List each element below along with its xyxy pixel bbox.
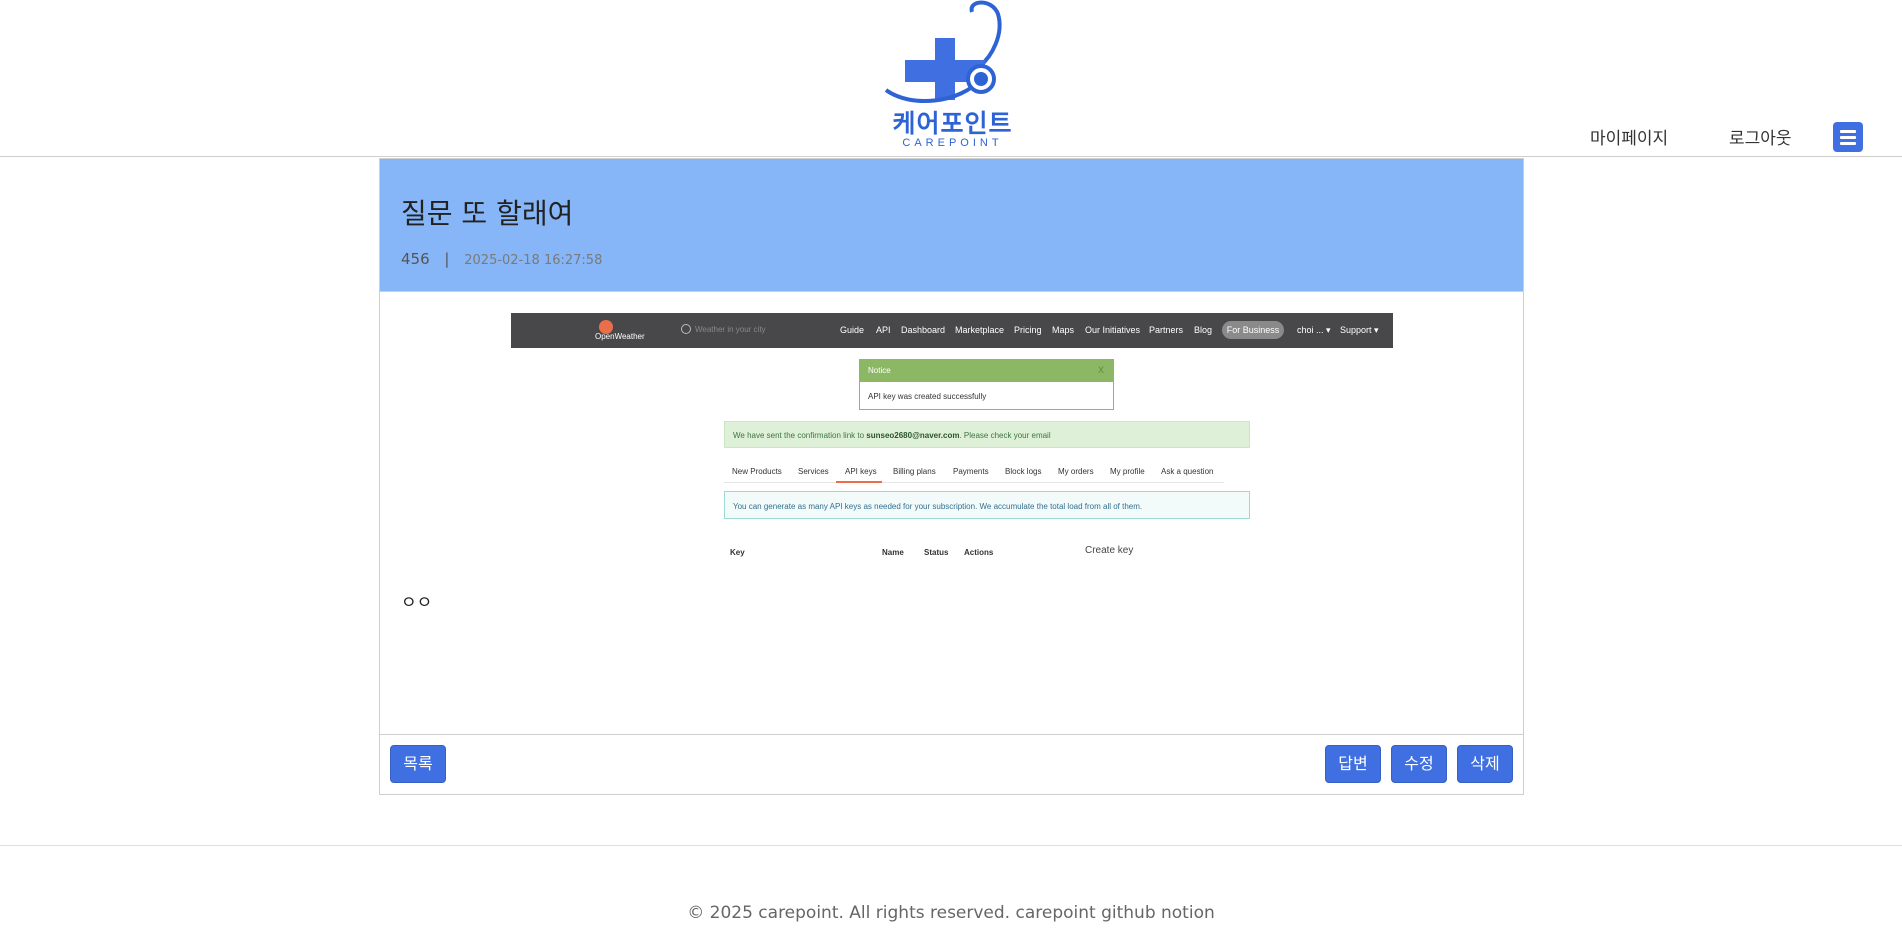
hamburger-menu-button[interactable] (1833, 122, 1863, 152)
post-meta: 456 | 2025-02-18 16:27:58 (401, 250, 602, 268)
list-button[interactable]: 목록 (390, 745, 446, 783)
close-icon: X (1098, 365, 1105, 375)
api-info-alert: You can generate as many API keys as nee… (724, 491, 1250, 519)
ow-nav-maps: Maps (1052, 325, 1075, 335)
logout-link[interactable]: 로그아웃 (1729, 124, 1792, 149)
notice-header: Notice X (860, 360, 1113, 382)
post-actions: 목록 답변 수정 삭제 (380, 734, 1523, 794)
post-body: ㅇㅇ (401, 593, 433, 613)
hamburger-icon (1840, 130, 1856, 133)
api-info-text: You can generate as many API keys as nee… (733, 502, 1143, 511)
tab-payments: Payments (953, 467, 989, 476)
ow-nav-support: Support ▾ (1340, 325, 1379, 335)
notice-message: API key was created successfully (868, 392, 987, 401)
ow-nav-api: API (876, 325, 891, 335)
tab-block-logs: Block logs (1005, 467, 1042, 476)
delete-button[interactable]: 삭제 (1457, 745, 1513, 783)
ow-nav-user: choi ... ▾ (1297, 325, 1331, 335)
meta-separator: | (444, 250, 450, 268)
openweather-navbar: OpenWeather Weather in your city Guide A… (511, 313, 1393, 348)
tab-ask-question: Ask a question (1161, 467, 1214, 476)
ow-nav-partners: Partners (1149, 325, 1184, 335)
account-tabs: New Products Services API keys Billing p… (724, 461, 1224, 483)
active-tab-indicator (836, 481, 882, 483)
ow-nav-marketplace: Marketplace (955, 325, 1005, 335)
footer-divider (0, 845, 1902, 846)
ow-nav-pricing: Pricing (1014, 325, 1042, 335)
tab-my-profile: My profile (1110, 467, 1145, 476)
post-card: 질문 또 할래여 456 | 2025-02-18 16:27:58 OpenW… (379, 158, 1524, 795)
confirmation-alert: We have sent the confirmation link to su… (724, 421, 1250, 448)
notice-box: Notice X API key was created successfull… (859, 359, 1114, 410)
openweather-logo: OpenWeather (595, 332, 645, 341)
tab-billing-plans: Billing plans (893, 467, 936, 476)
ow-nav-dashboard: Dashboard (901, 325, 946, 335)
tab-new-products: New Products (732, 467, 782, 476)
site-header: 케어포인트 CAREPOINT 마이페이지 로그아웃 (0, 0, 1902, 157)
attached-screenshot: OpenWeather Weather in your city Guide A… (511, 313, 1393, 573)
carepoint-logo[interactable]: 케어포인트 CAREPOINT (880, 0, 1025, 152)
notice-title: Notice (868, 366, 891, 375)
post-date: 2025-02-18 16:27:58 (464, 253, 603, 268)
logo-text: 케어포인트 (892, 109, 1013, 138)
create-key-label: Create key (1085, 545, 1134, 556)
for-business-label: For Business (1226, 325, 1280, 335)
search-icon (681, 324, 691, 334)
confirmation-email: sunseo2680@naver.com (866, 431, 960, 440)
col-actions: Actions (964, 548, 994, 557)
post-author: 456 (401, 250, 430, 268)
logo-subtitle: CAREPOINT (902, 137, 1003, 149)
reply-button[interactable]: 답변 (1325, 745, 1381, 783)
tab-services: Services (798, 467, 829, 476)
ow-nav-guide: Guide (840, 325, 865, 335)
ow-nav-blog: Blog (1194, 325, 1213, 335)
footer-copyright: © 2025 carepoint. All rights reserved. c… (687, 903, 1215, 923)
post-title: 질문 또 할래여 (401, 197, 574, 230)
col-status: Status (924, 548, 949, 557)
confirmation-prefix: We have sent the confirmation link to (733, 431, 865, 440)
tab-my-orders: My orders (1058, 467, 1094, 476)
confirmation-text: We have sent the confirmation link to su… (733, 431, 1051, 440)
hamburger-icon-middle (1840, 136, 1856, 139)
hamburger-icon-bottom (1840, 142, 1856, 145)
for-business-pill: For Business (1222, 321, 1284, 339)
mypage-link[interactable]: 마이페이지 (1590, 124, 1668, 149)
openweather-search: Weather in your city (695, 325, 766, 334)
col-name: Name (882, 548, 904, 557)
ow-nav-initiatives: Our Initiatives (1085, 325, 1141, 335)
post-header: 질문 또 할래여 456 | 2025-02-18 16:27:58 (380, 159, 1523, 292)
col-key: Key (730, 548, 745, 557)
edit-button[interactable]: 수정 (1391, 745, 1447, 783)
confirmation-suffix: . Please check your email (959, 431, 1051, 440)
carepoint-logo-icon (884, 0, 1002, 103)
tab-api-keys: API keys (845, 467, 877, 476)
